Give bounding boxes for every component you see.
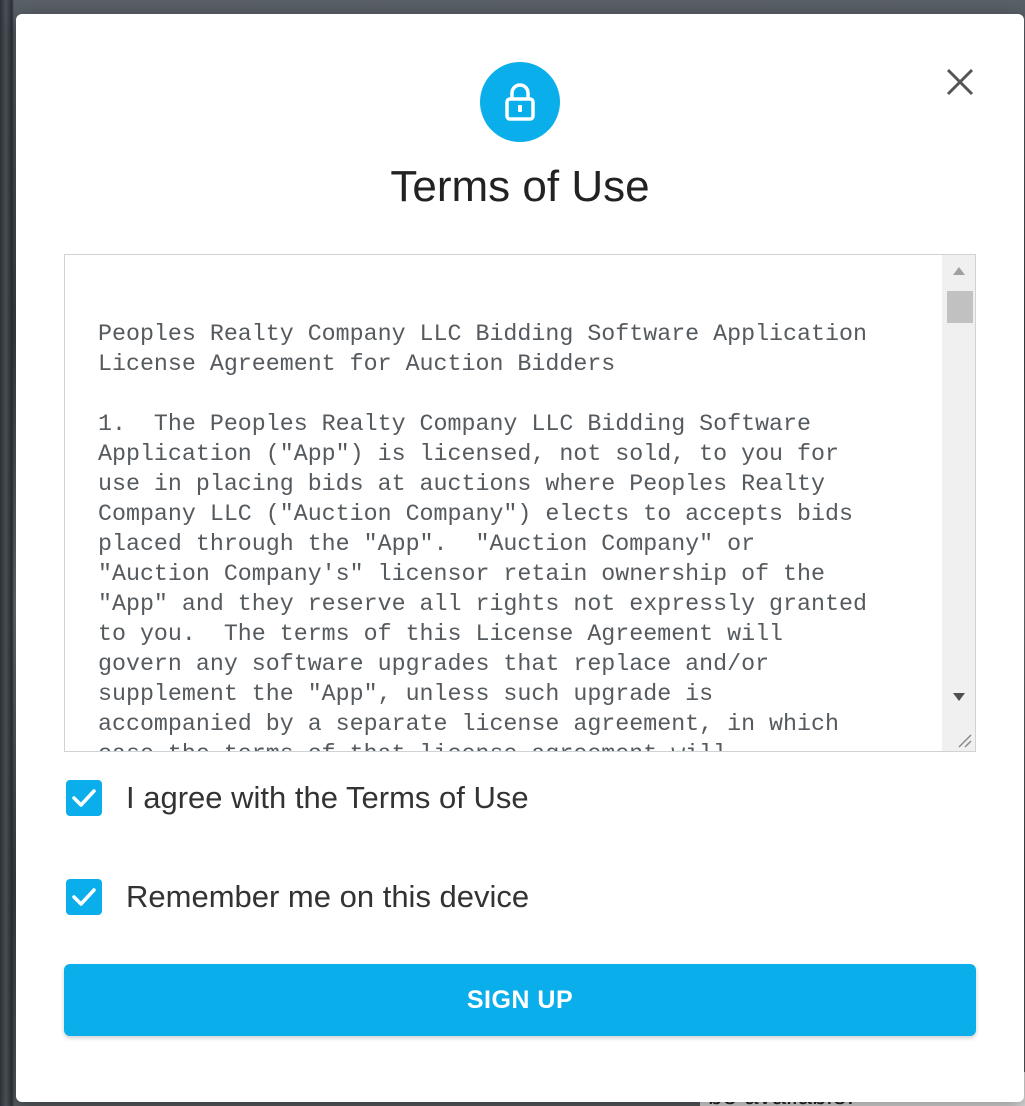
triangle-down-icon bbox=[952, 693, 965, 701]
lock-badge bbox=[480, 62, 560, 142]
terms-modal: Terms of Use Peoples Realty Company LLC … bbox=[16, 14, 1024, 1102]
close-icon bbox=[946, 68, 974, 96]
scroll-up-button[interactable] bbox=[942, 257, 975, 285]
close-button[interactable] bbox=[940, 62, 980, 102]
remember-device-checkbox[interactable] bbox=[66, 879, 102, 915]
scroll-down-button[interactable] bbox=[942, 683, 975, 711]
checkmark-icon bbox=[72, 789, 96, 807]
triangle-up-icon bbox=[952, 267, 965, 275]
terms-scrollbar[interactable] bbox=[942, 255, 975, 751]
remember-device-option[interactable]: Remember me on this device bbox=[66, 877, 529, 917]
checkmark-icon bbox=[72, 888, 96, 906]
terms-text: Peoples Realty Company LLC Bidding Softw… bbox=[98, 321, 867, 751]
agree-terms-label[interactable]: I agree with the Terms of Use bbox=[126, 780, 529, 816]
sign-up-button[interactable]: SIGN UP bbox=[64, 964, 976, 1036]
scroll-thumb[interactable] bbox=[947, 291, 973, 323]
remember-device-label[interactable]: Remember me on this device bbox=[126, 879, 529, 915]
terms-textarea[interactable]: Peoples Realty Company LLC Bidding Softw… bbox=[64, 254, 976, 752]
agree-terms-checkbox[interactable] bbox=[66, 780, 102, 816]
modal-title: Terms of Use bbox=[390, 162, 650, 211]
lock-icon bbox=[505, 83, 535, 121]
agree-terms-option[interactable]: I agree with the Terms of Use bbox=[66, 778, 529, 818]
resize-grip-icon[interactable] bbox=[955, 731, 973, 749]
